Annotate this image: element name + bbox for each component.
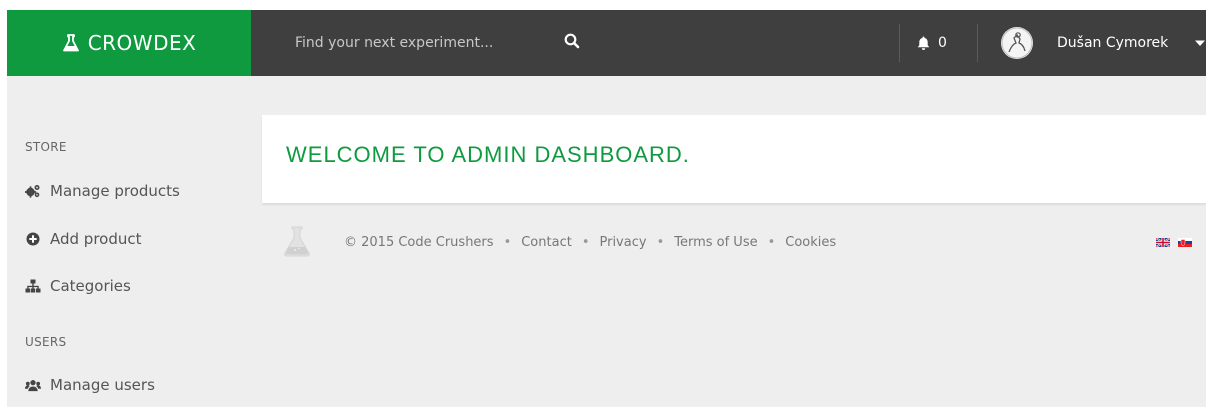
- separator-dot: •: [767, 235, 776, 250]
- flask-logo-icon: [284, 226, 310, 257]
- users-icon: [25, 377, 41, 393]
- brand-name: CROWDEX: [87, 31, 197, 55]
- sidebar: STORE Manage products Add product Catego…: [7, 76, 251, 407]
- separator-dot: •: [581, 235, 590, 250]
- separator-dot: •: [656, 235, 665, 250]
- separator-dot: •: [503, 235, 512, 250]
- brand-logo[interactable]: CROWDEX: [7, 10, 251, 76]
- user-name[interactable]: Dušan Cymorek: [1057, 10, 1168, 76]
- sidebar-section-users: USERS: [25, 335, 67, 349]
- sk-flag-icon[interactable]: [1178, 238, 1192, 247]
- terms-link[interactable]: Terms of Use: [674, 235, 757, 250]
- sidebar-item-add-product[interactable]: Add product: [25, 224, 142, 254]
- divider: [899, 24, 900, 62]
- footer: © 2015 Code Crushers • Contact • Privacy…: [262, 223, 1206, 263]
- language-switcher: [1156, 238, 1192, 247]
- plus-circle-icon: [25, 231, 41, 247]
- avatar[interactable]: [1001, 27, 1033, 59]
- chevron-down-icon[interactable]: [1194, 39, 1206, 47]
- notification-count: 0: [938, 35, 947, 51]
- bell-icon: [917, 36, 930, 50]
- sidebar-item-categories[interactable]: Categories: [25, 271, 131, 301]
- search-icon[interactable]: [564, 33, 580, 49]
- notifications-button[interactable]: 0: [917, 10, 947, 76]
- sidebar-item-label: Manage products: [50, 182, 180, 200]
- en-flag-icon[interactable]: [1156, 238, 1170, 247]
- search-bar: [251, 10, 591, 76]
- privacy-link[interactable]: Privacy: [599, 235, 646, 250]
- app-frame: CROWDEX 0 Dušan Cymorek: [7, 10, 1206, 407]
- page-title: WELCOME TO ADMIN DASHBOARD.: [286, 142, 690, 167]
- divider: [977, 24, 978, 62]
- sidebar-item-label: Manage users: [50, 376, 155, 394]
- cogs-icon: [25, 183, 41, 199]
- contact-link[interactable]: Contact: [521, 235, 572, 250]
- sidebar-section-store: STORE: [25, 140, 67, 154]
- cookies-link[interactable]: Cookies: [785, 235, 836, 250]
- search-input[interactable]: [293, 34, 547, 52]
- top-navbar: 0 Dušan Cymorek: [251, 10, 1206, 76]
- sidebar-item-label: Add product: [50, 230, 142, 248]
- sitemap-icon: [25, 278, 41, 294]
- welcome-panel: WELCOME TO ADMIN DASHBOARD.: [262, 115, 1206, 203]
- flask-icon: [62, 34, 79, 52]
- footer-links: © 2015 Code Crushers • Contact • Privacy…: [344, 235, 836, 250]
- copyright-text: © 2015 Code Crushers: [344, 235, 494, 250]
- sidebar-item-manage-users[interactable]: Manage users: [25, 370, 155, 400]
- sidebar-item-label: Categories: [50, 277, 131, 295]
- sidebar-item-manage-products[interactable]: Manage products: [25, 176, 180, 206]
